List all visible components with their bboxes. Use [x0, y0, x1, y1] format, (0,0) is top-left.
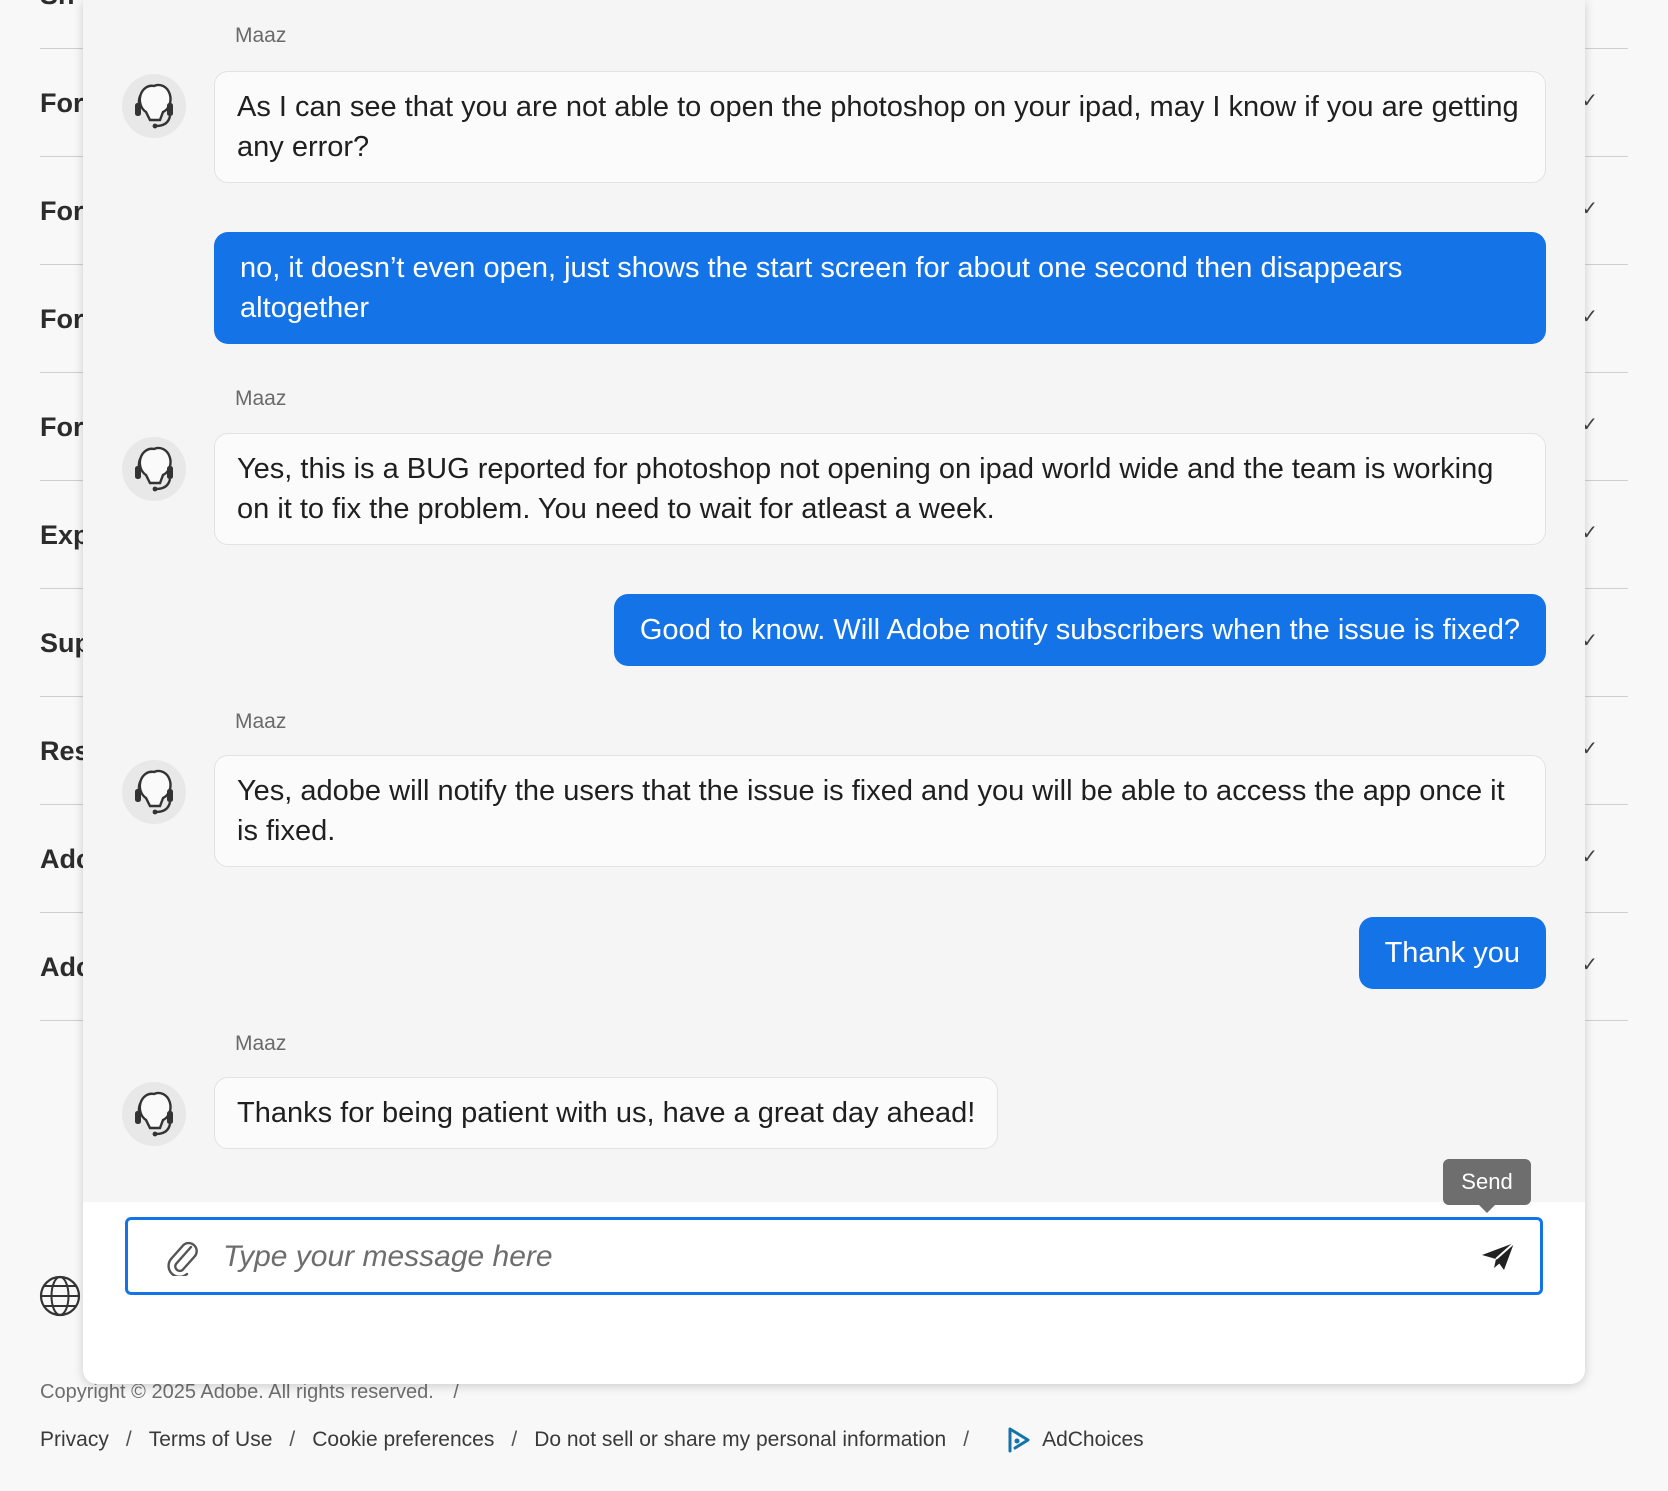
- agent-message: Yes, adobe will notify the users that th…: [214, 755, 1546, 867]
- paperclip-icon[interactable]: [164, 1238, 200, 1276]
- agent-message: Thanks for being patient with us, have a…: [214, 1077, 999, 1149]
- agent-avatar: [122, 760, 186, 824]
- adchoices-link[interactable]: AdChoices: [1006, 1426, 1144, 1454]
- headset-icon: [135, 769, 173, 815]
- accordion-label: For: [40, 88, 84, 118]
- agent-avatar: [122, 437, 186, 501]
- agent-message: As I can see that you are not able to op…: [214, 71, 1546, 183]
- accordion-label: Sh: [40, 0, 75, 11]
- headset-icon: [135, 83, 173, 129]
- agent-name: Maaz: [235, 24, 287, 47]
- headset-icon: [135, 446, 173, 492]
- send-button[interactable]: [1478, 1238, 1518, 1274]
- agent-name: Maaz: [235, 1032, 287, 1055]
- privacy-link[interactable]: Privacy: [40, 1428, 109, 1452]
- adchoices-label: AdChoices: [1042, 1428, 1144, 1451]
- do-not-sell-link[interactable]: Do not sell or share my personal informa…: [534, 1428, 946, 1452]
- message-input-box[interactable]: [125, 1217, 1543, 1295]
- user-message: Good to know. Will Adobe notify subscrib…: [613, 594, 1546, 666]
- footer-separator: /: [511, 1428, 518, 1451]
- cookie-preferences-link[interactable]: Cookie preferences: [312, 1428, 494, 1452]
- globe-icon[interactable]: [38, 1274, 82, 1318]
- footer-separator: /: [289, 1428, 296, 1451]
- agent-message: Yes, this is a BUG reported for photosho…: [214, 433, 1546, 545]
- footer-separator: /: [963, 1428, 970, 1451]
- copyright-text: Copyright © 2025 Adobe. All rights reser…: [40, 1381, 434, 1403]
- adchoices-icon: [1008, 1427, 1030, 1453]
- copyright-separator: /: [453, 1381, 459, 1403]
- footer-links: Privacy / Terms of Use / Cookie preferen…: [40, 1426, 1144, 1454]
- chat-panel: Maaz As I can see that you are not able …: [83, 0, 1585, 1384]
- user-message: Thank you: [1358, 917, 1546, 989]
- message-input[interactable]: [221, 1232, 1405, 1282]
- agent-name: Maaz: [235, 387, 287, 410]
- footer-separator: /: [125, 1428, 132, 1451]
- accordion-label: For: [40, 196, 84, 226]
- send-tooltip: Send: [1443, 1159, 1531, 1213]
- headset-icon: [135, 1091, 173, 1137]
- accordion-label: For: [40, 412, 84, 442]
- user-message: no, it doesn’t even open, just shows the…: [214, 232, 1546, 344]
- terms-link[interactable]: Terms of Use: [149, 1428, 273, 1452]
- agent-name: Maaz: [235, 710, 287, 733]
- copyright: Copyright © 2025 Adobe. All rights reser…: [40, 1381, 459, 1404]
- agent-avatar: [122, 1082, 186, 1146]
- agent-avatar: [122, 74, 186, 138]
- accordion-label: For: [40, 304, 84, 334]
